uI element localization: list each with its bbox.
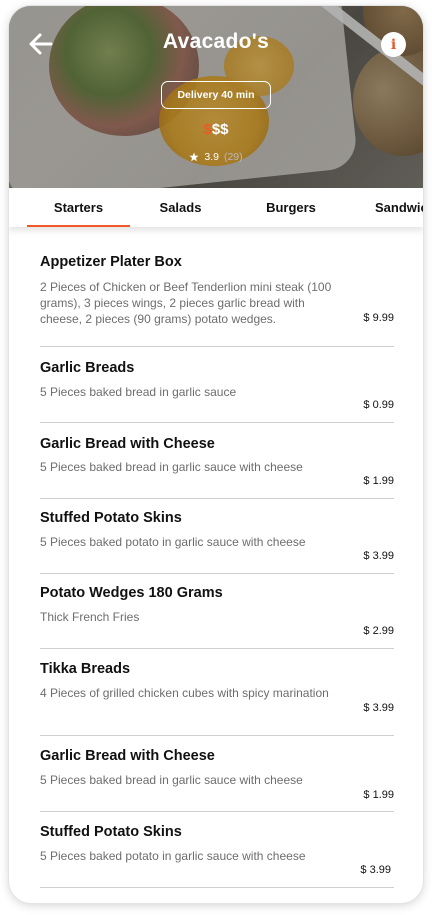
menu-item[interactable]: Potato Wedges 180 Grams Thick French Fri… <box>40 574 394 649</box>
delivery-time-badge: Delivery 40 min <box>161 81 271 109</box>
menu-item[interactable]: Tikka Breads 4 Pieces of grilled chicken… <box>40 649 394 736</box>
menu-item-price: $ 0.99 <box>363 399 394 411</box>
info-icon: i <box>390 36 397 53</box>
menu-item-price: $ 3.99 <box>363 702 394 714</box>
price-level: $$$ <box>9 121 423 138</box>
restaurant-name: Avacado's <box>162 30 270 53</box>
menu-item-description: 5 Pieces baked bread in garlic sauce <box>40 385 237 399</box>
rating-value: 3.9 <box>204 151 219 163</box>
price-level-rest: $$ <box>211 121 229 138</box>
menu-item[interactable]: Garlic Bread with Cheese 5 Pieces baked … <box>40 423 394 499</box>
tab-burgers[interactable]: Burgers <box>252 188 330 227</box>
menu-item-price: $ 1.99 <box>363 475 394 487</box>
rating: 3.9 (29) <box>9 151 423 163</box>
menu-item-description: 4 Pieces of grilled chicken cubes with s… <box>40 686 329 700</box>
menu-item-name: Garlic Bread with Cheese <box>40 436 215 452</box>
menu-item-name: Garlic Breads <box>40 360 135 376</box>
menu-item-description: Thick French Fries <box>40 610 140 624</box>
tab-salads[interactable]: Salads <box>142 188 219 227</box>
menu-list: Appetizer Plater Box 2 Pieces of Chicken… <box>40 227 394 888</box>
menu-item[interactable]: Appetizer Plater Box 2 Pieces of Chicken… <box>40 227 394 347</box>
menu-item-description: 5 Pieces baked potato in garlic sauce wi… <box>40 849 306 863</box>
menu-item-name: Garlic Bread with Cheese <box>40 748 215 764</box>
category-tabs: Starters Salads Burgers Sandwiches <box>9 188 423 227</box>
menu-item[interactable]: Garlic Breads 5 Pieces baked bread in ga… <box>40 347 394 423</box>
app-screen: Avacado's i Delivery 40 min $$$ 3.9 (29)… <box>9 6 423 903</box>
rating-count: (29) <box>223 151 243 163</box>
menu-item-price: $ 9.99 <box>363 312 394 324</box>
tab-starters[interactable]: Starters <box>27 188 130 227</box>
menu-item-price: $ 2.99 <box>363 625 394 637</box>
menu-item-name: Stuffed Potato Skins <box>40 510 182 526</box>
menu-item-name: Tikka Breads <box>40 661 131 677</box>
menu-item[interactable]: Stuffed Potato Skins 5 Pieces baked pota… <box>40 812 394 888</box>
menu-item[interactable]: Stuffed Potato Skins 5 Pieces baked pota… <box>40 499 394 574</box>
menu-item-description: 5 Pieces baked potato in garlic sauce wi… <box>40 535 306 549</box>
menu-item-description: 2 Pieces of Chicken or Beef Tenderlion m… <box>40 280 332 326</box>
menu-item-name: Potato Wedges 180 Grams <box>40 585 223 601</box>
star-icon <box>189 152 199 162</box>
menu-item-price: $ 1.99 <box>363 789 394 801</box>
menu-item-name: Appetizer Plater Box <box>40 254 182 270</box>
info-button[interactable]: i <box>381 32 406 57</box>
price-level-active: $ <box>203 121 212 138</box>
menu-item-description: 5 Pieces baked bread in garlic sauce wit… <box>40 460 303 474</box>
restaurant-header: Avacado's i Delivery 40 min $$$ 3.9 (29) <box>9 6 423 188</box>
menu-item-name: Stuffed Potato Skins <box>40 824 182 840</box>
menu-item-description: 5 Pieces baked bread in garlic sauce wit… <box>40 773 303 787</box>
menu-item-price: $ 3.99 <box>363 550 394 562</box>
menu-item[interactable]: Garlic Bread with Cheese 5 Pieces baked … <box>40 736 394 812</box>
menu-item-price: $ 3.99 <box>360 864 391 876</box>
tab-sandwiches[interactable]: Sandwiches <box>361 188 423 227</box>
